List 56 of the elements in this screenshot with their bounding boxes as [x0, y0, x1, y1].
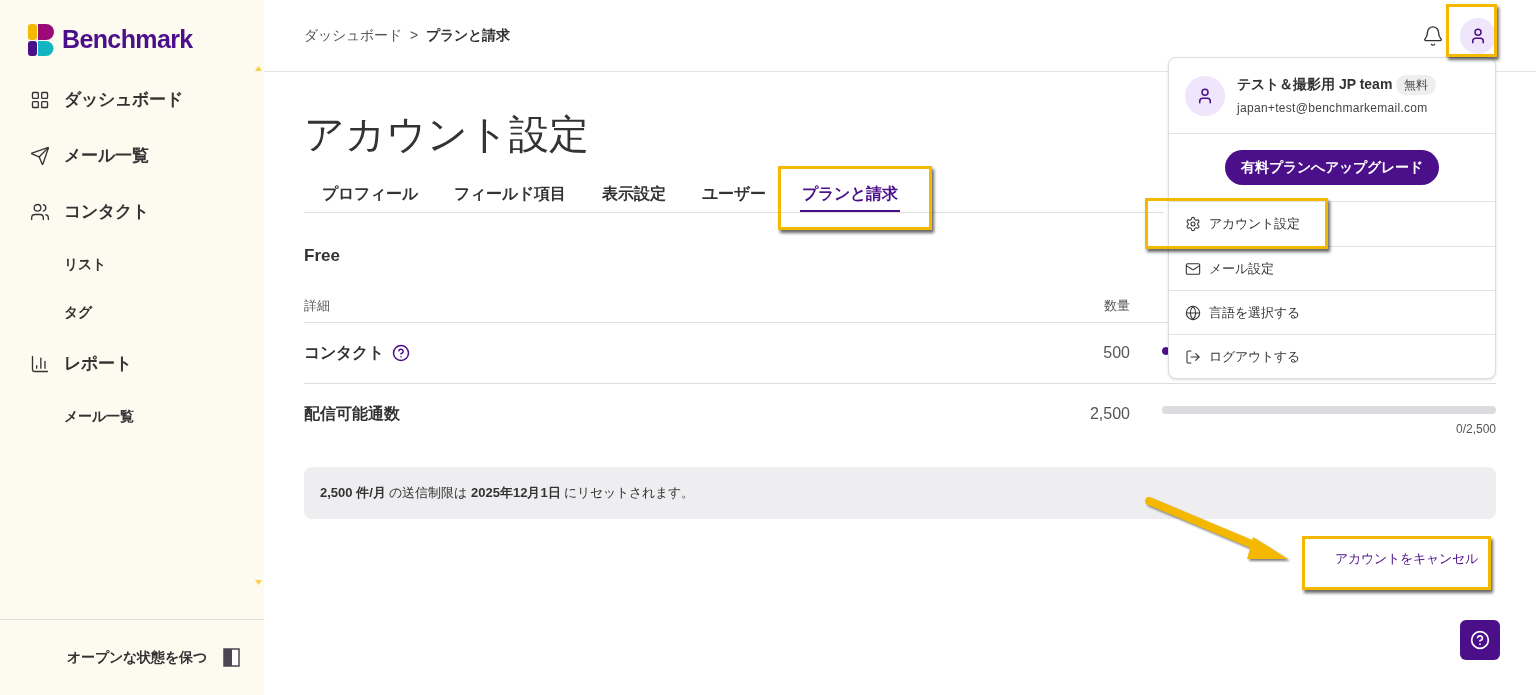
tab[interactable]: フィールド項目: [452, 180, 568, 212]
page-title: アカウント設定: [304, 111, 589, 158]
nav-item[interactable]: コンタクト: [30, 184, 264, 240]
breadcrumb-separator: >: [410, 26, 419, 45]
tab[interactable]: 表示設定: [600, 180, 668, 212]
table-cell-text: コンタクト: [304, 342, 384, 363]
table-cell-text: 配信可能通数: [304, 404, 400, 424]
column-header: 数量: [1103, 297, 1130, 316]
usage-reading: 0/2,500: [1455, 421, 1496, 438]
menu-item[interactable]: 言語を選択する: [1169, 290, 1495, 334]
menu-item[interactable]: アカウント設定: [1169, 202, 1495, 246]
logo-text: Benchmark: [62, 24, 193, 56]
bar-chart-icon: [30, 354, 50, 374]
help-icon[interactable]: [392, 343, 410, 362]
grid-icon: [30, 90, 50, 110]
help-button[interactable]: [1460, 620, 1500, 660]
account-email: japan+test@benchmarkemail.com: [1237, 100, 1429, 117]
highlight-frame: [1446, 4, 1497, 57]
nav-item[interactable]: ダッシュボード: [30, 72, 264, 128]
notification-bell-icon[interactable]: [1422, 24, 1444, 47]
account-name: テスト＆撮影用 JP team: [1237, 75, 1393, 94]
breadcrumb-link[interactable]: ダッシュボード: [304, 25, 402, 46]
plan-name: Free: [304, 245, 340, 267]
people-icon: [30, 202, 50, 222]
paper-plane-icon: [30, 146, 50, 166]
nav-subitem[interactable]: リスト: [30, 240, 264, 288]
sidebar-toggle-icon[interactable]: [223, 648, 240, 667]
user-icon: [1469, 26, 1487, 45]
logo-icon: [28, 24, 54, 56]
nav-item[interactable]: メール一覧: [30, 128, 264, 184]
table-cell-text: 500: [1103, 342, 1130, 363]
table-cell-text: 2,500: [1089, 404, 1130, 424]
user-icon: [1196, 86, 1214, 105]
upgrade-button[interactable]: 有料プランへアップグレード: [1225, 150, 1439, 185]
nav-item[interactable]: レポート: [30, 336, 264, 392]
globe-icon: [1185, 304, 1201, 321]
plan-badge: 無料: [1396, 74, 1437, 95]
avatar-button[interactable]: [1460, 17, 1496, 54]
breadcrumb-current: プランと請求: [426, 26, 511, 45]
menu-item[interactable]: メール設定: [1169, 246, 1495, 290]
envelope-icon: [1185, 260, 1201, 277]
settings-icon: [1185, 216, 1201, 232]
nav-subitem[interactable]: タグ: [30, 288, 264, 336]
help-icon: [1470, 630, 1490, 650]
notice-text: 2,500 件/月 の送信制限は 2025年12月1日 にリセットされます。: [320, 483, 695, 502]
keep-open-label: オープンな状態を保つ: [67, 648, 207, 667]
column-header: 詳細: [304, 298, 330, 314]
tab[interactable]: ユーザー: [700, 180, 768, 212]
scroll-up-icon: [255, 66, 262, 71]
cancel-account-link[interactable]: アカウントをキャンセル: [1335, 548, 1478, 568]
menu-item[interactable]: ログアウトする: [1169, 334, 1495, 378]
tab[interactable]: プランと請求: [800, 180, 900, 212]
scroll-down-icon: [255, 580, 262, 585]
tab[interactable]: プロフィール: [320, 180, 420, 212]
nav-subitem[interactable]: メール一覧: [30, 392, 264, 440]
logout-icon: [1185, 348, 1201, 365]
